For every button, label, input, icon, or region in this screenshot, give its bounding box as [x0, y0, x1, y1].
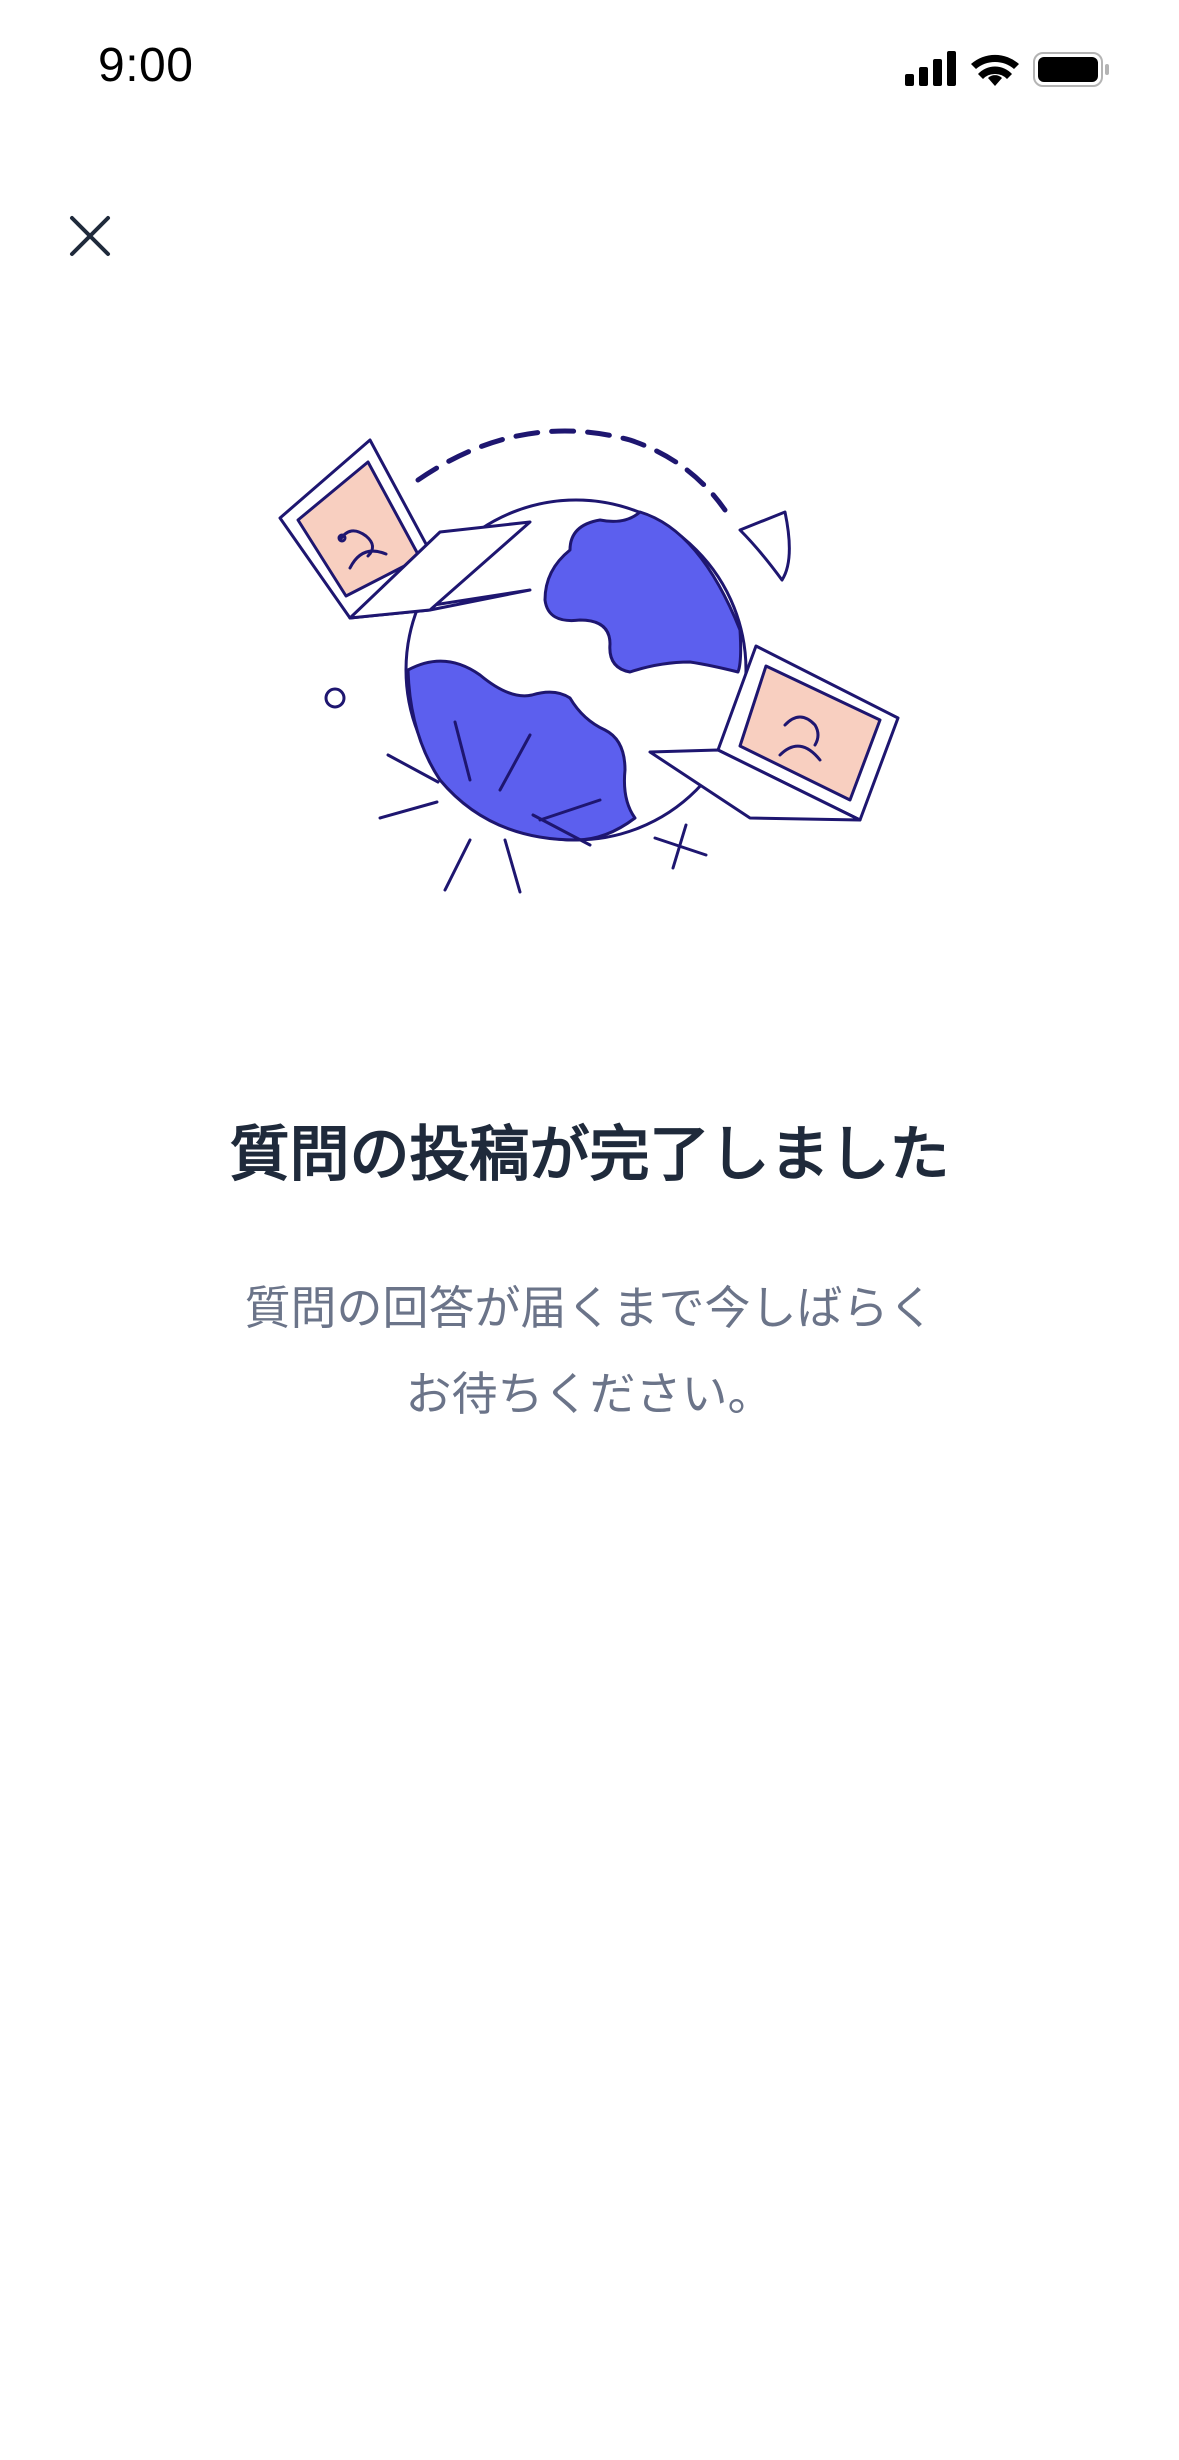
small-circle [324, 687, 346, 709]
close-button[interactable] [60, 206, 120, 266]
arrow-head [738, 510, 791, 582]
globe-with-sad-laptops-illustration [270, 400, 910, 960]
close-icon [70, 216, 110, 256]
completion-message: 質問の回答が届くまで今しばらく お待ちください。 [140, 1265, 1039, 1437]
completion-message-line-2: お待ちください。 [405, 1367, 774, 1421]
dashed-arc [415, 428, 728, 513]
wifi-icon [971, 54, 1019, 86]
battery-icon [1033, 52, 1109, 87]
cellular-signal-icon [905, 51, 956, 86]
cross-mark [653, 823, 708, 870]
status-time: 9:00 [98, 39, 194, 92]
status-icons [905, 50, 1111, 90]
completion-title: 質問の投稿が完了しました [229, 1120, 950, 1190]
status-bar: 9:00 [0, 0, 1179, 140]
completion-message-line-1: 質問の回答が届くまで今しばらく [244, 1281, 935, 1335]
